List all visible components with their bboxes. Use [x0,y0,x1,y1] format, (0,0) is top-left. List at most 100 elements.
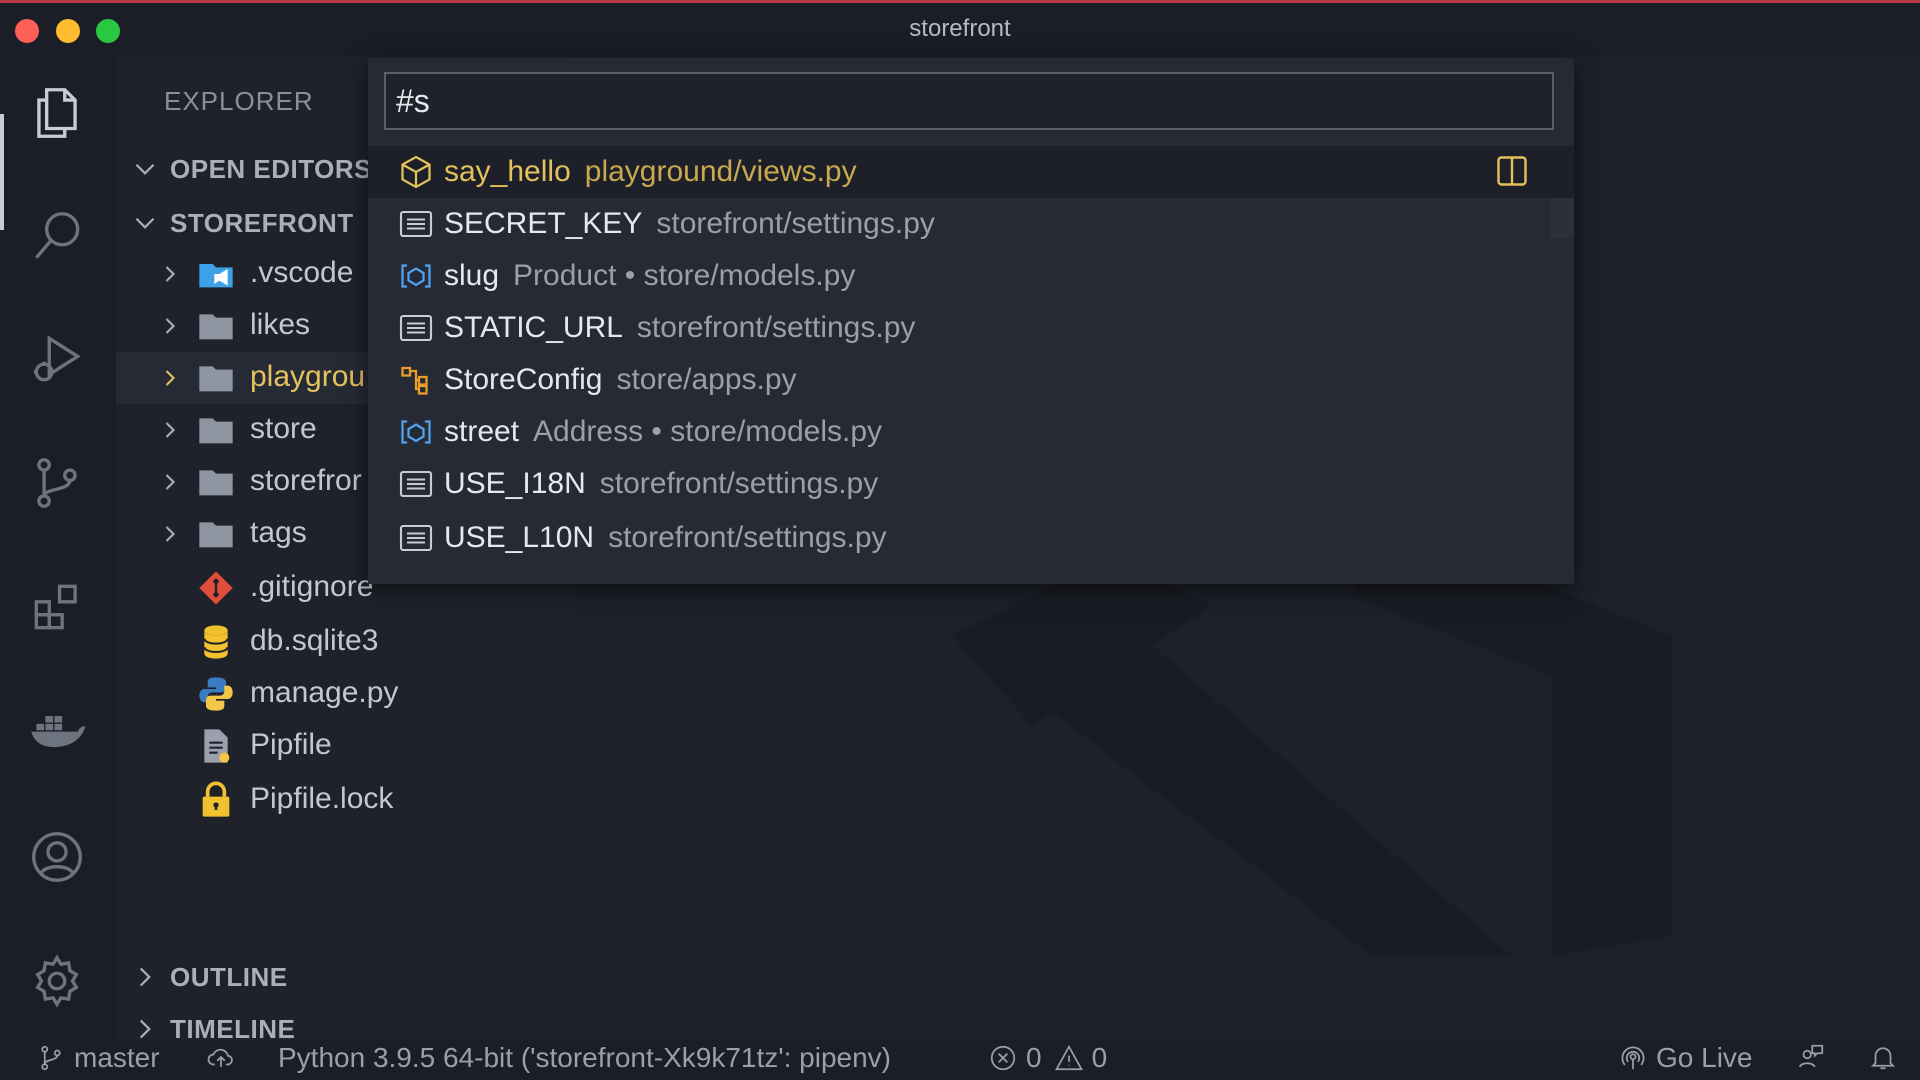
branch-name: master [74,1042,160,1073]
account-icon[interactable] [26,826,88,888]
chevron-right-icon [139,967,151,987]
open-editors-label: OPEN EDITORS [170,153,373,184]
broadcast-icon [1621,1046,1645,1070]
docker-icon[interactable] [26,698,88,760]
file-icon [204,729,230,763]
run-debug-icon[interactable] [26,328,88,390]
tree-item-pipfile-lock[interactable]: Pipfile.lock [116,774,572,826]
tree-item-label: db.sqlite3 [250,624,379,657]
chevron-right-icon [165,422,175,438]
tree-item-label: Pipfile [250,728,332,761]
outline-label: OUTLINE [170,961,288,992]
quick-open-result[interactable]: STATIC_URL storefront/settings.py [368,302,1574,354]
cloud-upload-icon [207,1048,233,1067]
quick-open-result[interactable]: street Address • store/models.py [368,406,1574,458]
result-name: USE_I18N [444,467,586,500]
variable-icon [399,210,433,238]
folder-icon [199,366,233,392]
error-icon [990,1045,1016,1071]
result-detail: storefront/settings.py [608,521,887,554]
quick-open-panel: say_helloplayground/views.py SECRET_KEYs… [368,58,1574,584]
python-icon [199,677,233,711]
git-branch-icon [41,1045,61,1071]
branch-indicator[interactable]: master [36,1042,160,1074]
tree-item-db-sqlite3[interactable]: db.sqlite3 [116,616,572,668]
result-detail: storefront/settings.py [599,467,879,500]
result-detail: Address • store/models.py [533,415,883,448]
warning-icon [1054,1044,1083,1071]
tree-item-label: tags [250,516,307,549]
folder-icon [199,470,233,496]
quick-open-scrollbar[interactable] [1550,198,1574,238]
quick-open-result[interactable]: slug Product • store/models.py [368,250,1574,302]
go-live-button[interactable]: Go Live [1618,1042,1753,1074]
explorer-files-icon[interactable] [26,82,88,144]
result-detail: storefront/settings.py [656,207,935,240]
outline-header[interactable]: OUTLINE [128,960,288,994]
quick-open-result[interactable]: StoreConfig store/apps.py [368,354,1574,406]
feedback-button[interactable] [1796,1042,1834,1072]
source-control-icon[interactable] [26,452,88,514]
folder-icon [199,418,233,444]
title-bar: storefront [0,0,1920,56]
tree-item-label: store [250,412,317,445]
chevron-right-icon [165,318,175,334]
window-title: storefront [909,15,1011,42]
project-header[interactable]: STOREFRONT [128,206,354,240]
database-icon [203,625,229,659]
tree-item-label: storefror [250,464,362,497]
quick-open-input[interactable] [384,72,1554,130]
chevron-down-icon [135,217,155,229]
python-interpreter[interactable]: Python 3.9.5 64-bit ('storefront-Xk9k71t… [278,1042,891,1074]
chevron-right-icon [165,474,175,490]
folder-icon [199,522,233,548]
notifications-button[interactable] [1868,1042,1906,1072]
warning-count: 0 [1091,1042,1108,1073]
tree-item-label: playgrou [250,360,366,393]
status-bar: master Python 3.9.5 64-bit ('storefront-… [0,1040,1920,1080]
problems-indicator[interactable]: 0 0 [988,1042,1107,1074]
quick-open-result[interactable]: USE_I18N storefront/settings.py [368,458,1574,510]
error-count: 0 [1026,1042,1042,1073]
field-icon [401,264,431,288]
result-detail: Product • store/models.py [513,259,856,292]
class-icon [401,366,428,395]
activity-bar [0,56,116,1040]
tree-item-label: likes [250,308,311,341]
python-interpreter-label: Python 3.9.5 64-bit ('storefront-Xk9k71t… [278,1042,892,1073]
tree-item-pipfile[interactable]: Pipfile [116,720,572,772]
field-icon [401,420,431,444]
open-to-side-icon[interactable] [1494,153,1530,189]
git-icon [199,571,233,605]
bell-icon [1870,1047,1896,1070]
sync-button[interactable] [206,1042,244,1072]
extensions-icon[interactable] [26,576,88,638]
settings-gear-icon[interactable] [26,950,88,1012]
search-icon[interactable] [26,206,88,268]
result-name: slug [444,259,500,292]
chevron-right-icon [165,370,175,386]
tree-item-label: manage.py [250,676,399,709]
project-label: STOREFRONT [170,207,354,238]
chevron-right-icon [165,526,175,542]
open-editors-header[interactable]: OPEN EDITORS [128,152,372,186]
explorer-title: EXPLORER [164,86,314,116]
result-detail: storefront/settings.py [636,311,916,344]
feedback-person-icon [1798,1044,1824,1068]
result-name: USE_L10N [444,521,595,554]
quick-open-result[interactable]: SECRET_KEY storefront/settings.py [368,198,1574,250]
go-live-label: Go Live [1656,1042,1753,1073]
variable-icon [399,524,433,552]
folder-icon [199,314,233,340]
variable-icon [399,314,433,342]
vscode-folder-icon [199,264,233,288]
tree-item-label: .gitignore [250,570,374,603]
result-detail: playground/views.py [584,155,857,188]
quick-open-result[interactable]: USE_L10N storefront/settings.py [368,512,1574,564]
result-name: StoreConfig [444,363,603,396]
tree-item-manage-py[interactable]: manage.py [116,668,572,720]
active-indicator [0,114,4,230]
lock-icon [202,781,230,817]
function-cube-icon [401,155,431,189]
quick-open-result[interactable]: say_hello playground/views.py [368,146,1574,198]
